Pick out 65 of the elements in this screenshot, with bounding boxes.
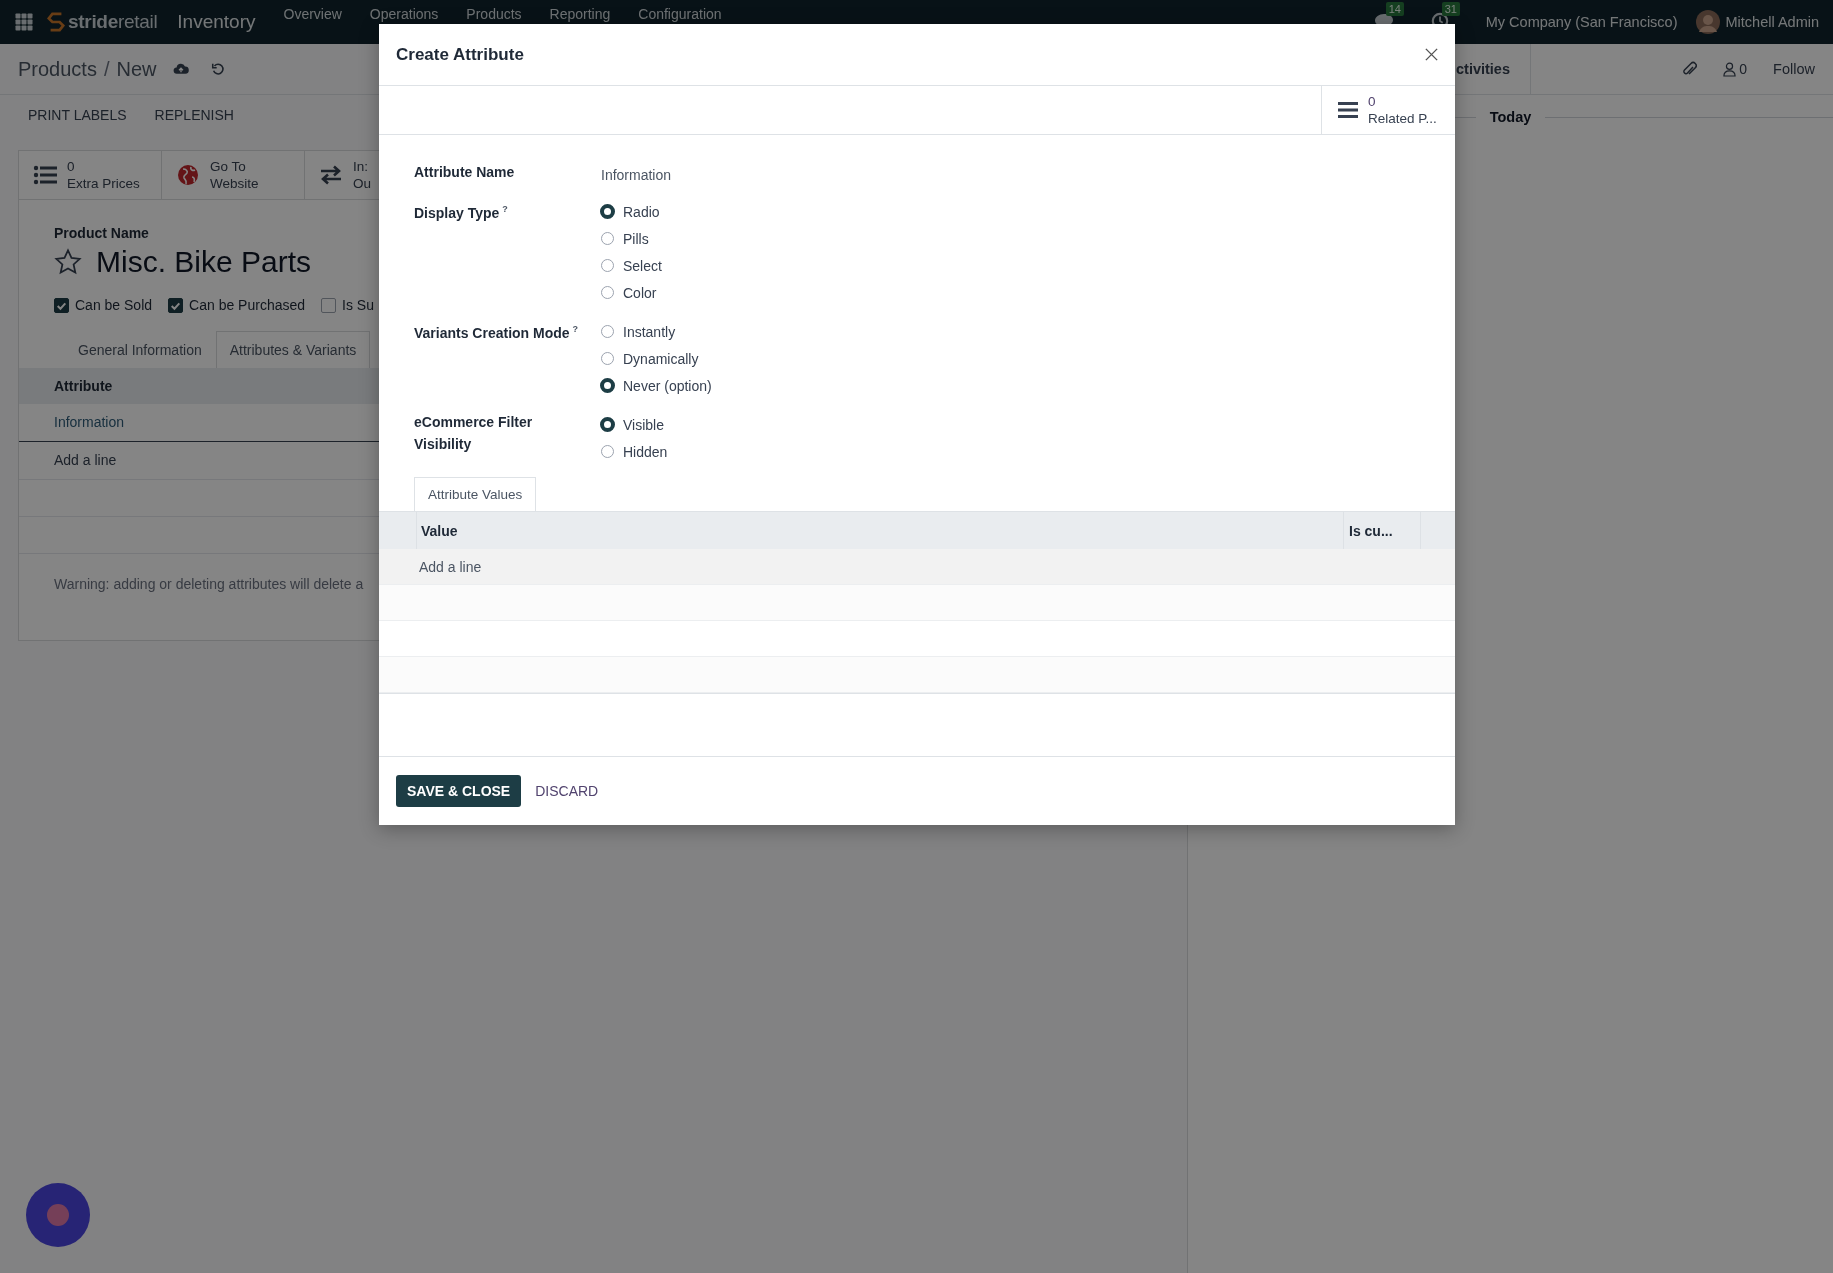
globe-icon — [176, 164, 200, 186]
menu-item[interactable]: Products — [466, 7, 522, 22]
add-line-link[interactable]: Add a line — [419, 558, 482, 575]
breadcrumb-link[interactable]: Products — [18, 57, 97, 81]
checkbox-option[interactable]: Is Su — [321, 297, 374, 313]
tab[interactable]: Attributes & Variants — [215, 331, 371, 368]
menu-item[interactable]: Operations — [369, 7, 439, 22]
checkbox[interactable] — [168, 297, 184, 313]
breadcrumb-separator: / — [103, 57, 110, 81]
menu-item[interactable]: Overview — [283, 7, 342, 22]
list-icon — [33, 164, 57, 186]
radio-option[interactable]: Visible — [601, 411, 668, 438]
cloud-upload-icon[interactable] — [172, 62, 189, 76]
logo-text[interactable]: strideretail — [68, 11, 158, 33]
discard-button[interactable]: DISCARD — [529, 775, 605, 807]
field-label: eCommerce Filter Visibility — [414, 413, 534, 454]
follow-button[interactable]: Follow — [1773, 61, 1815, 77]
radio-option[interactable]: Color — [601, 279, 662, 306]
date-separator: Today — [1489, 109, 1532, 125]
field-label: Product Name — [54, 225, 149, 241]
avatar-icon[interactable] — [1695, 10, 1720, 34]
message-count-badge: 14 — [1385, 2, 1404, 16]
checkbox[interactable] — [54, 297, 69, 313]
logo-icon — [47, 10, 65, 34]
related-products-button[interactable]: 0 Related P... — [1321, 86, 1455, 134]
action-button[interactable]: REPLENISH — [144, 103, 244, 127]
radio-option[interactable]: Instantly — [601, 318, 712, 345]
product-name-field[interactable]: Misc. Bike Parts — [96, 245, 312, 279]
activity-count-badge: 31 — [1441, 2, 1460, 16]
undo-icon[interactable] — [210, 62, 225, 76]
menu-item[interactable]: Configuration — [638, 7, 722, 22]
checkbox-option[interactable]: Can be Purchased — [168, 297, 306, 313]
followers-button[interactable]: 0 — [1723, 61, 1748, 77]
smart-button[interactable]: 0 Extra Prices — [19, 151, 162, 199]
user-menu[interactable]: Mitchell Admin — [1725, 14, 1819, 30]
star-icon[interactable] — [54, 248, 82, 276]
checkbox-option[interactable]: Can be Sold — [54, 297, 153, 313]
field-label: Variants Creation Mode $^{?}$ — [414, 323, 580, 343]
person-icon — [1723, 61, 1737, 77]
action-button[interactable]: PRINT LABELS — [18, 103, 137, 127]
close-icon[interactable] — [1424, 47, 1439, 62]
breadcrumb-current: New — [116, 57, 157, 81]
radio-option[interactable]: Never (option) — [601, 372, 712, 399]
dialog-title: Create Attribute — [396, 44, 524, 65]
menu-item[interactable]: Reporting — [549, 7, 611, 22]
tab[interactable]: Attribute Values — [414, 477, 537, 511]
radio-option[interactable]: Select — [601, 252, 662, 279]
smart-button[interactable]: Go To Website — [162, 151, 305, 199]
field-label: Display Type $^{?}$ — [414, 203, 509, 223]
radio-option[interactable]: Radio — [601, 198, 662, 225]
radio-button[interactable] — [600, 417, 615, 432]
transfer-arrows-icon — [319, 164, 343, 186]
radio-option[interactable]: Hidden — [601, 438, 668, 465]
app-name[interactable]: Inventory — [177, 11, 256, 33]
radio-option[interactable]: Pills — [601, 225, 662, 252]
radio-button[interactable] — [600, 204, 615, 219]
attribute-name-field[interactable]: Information — [601, 161, 672, 186]
apps-menu-icon[interactable] — [15, 13, 33, 31]
menu-icon — [1338, 101, 1358, 119]
save-button[interactable]: SAVE & CLOSE — [396, 775, 522, 807]
warning-text: Warning: adding or deleting attributes will delete a — [54, 576, 364, 592]
radio-button[interactable] — [600, 378, 615, 393]
company-switcher[interactable]: My Company (San Francisco) — [1485, 14, 1678, 30]
checkbox[interactable] — [321, 297, 337, 313]
tab[interactable]: General Information — [64, 331, 216, 368]
